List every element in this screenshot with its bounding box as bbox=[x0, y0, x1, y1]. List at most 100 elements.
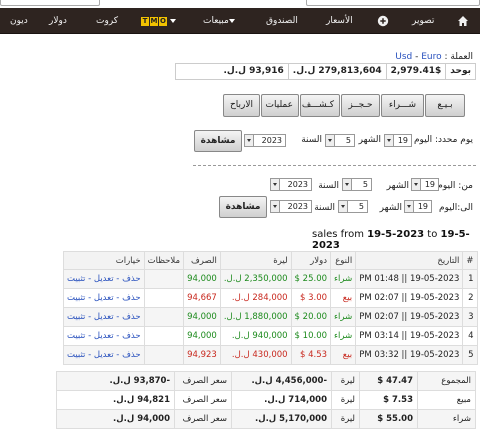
summary-row: المجموع 47.47 $ ليرة -4,456,000 ل.ل. سعر الص… bbox=[56, 371, 476, 391]
single-view-button[interactable]: مشاهدة bbox=[194, 130, 242, 152]
range-from-year-label: السنة bbox=[318, 181, 339, 191]
row-actions[interactable]: حذف - تعديل - تثبيت bbox=[63, 307, 145, 327]
row-lbp: 284,000 ل.ل. bbox=[219, 288, 292, 308]
row-type: شراء bbox=[330, 326, 357, 346]
nav-item-dollar[interactable]: دولار bbox=[49, 8, 67, 34]
range-to-day-select[interactable]: 19 bbox=[404, 200, 432, 213]
row-type: بيع bbox=[330, 345, 357, 365]
summary-table: المجموع 47.47 $ ليرة -4,456,000 ل.ل. سعر الص… bbox=[56, 371, 476, 429]
row-rate: 94,667 bbox=[183, 288, 221, 308]
col-usd: دولار bbox=[290, 251, 332, 270]
currency-euro-link[interactable]: Euro bbox=[421, 52, 441, 62]
currency-usd-link[interactable]: Usd bbox=[395, 52, 412, 62]
col-index: # bbox=[462, 251, 478, 270]
range-to-year-select[interactable]: 2023 bbox=[270, 200, 312, 213]
row-actions[interactable]: حذف - تعديل - تثبيت bbox=[63, 269, 145, 289]
col-actions: خيارات bbox=[63, 251, 145, 270]
single-year-select[interactable]: 2023 bbox=[244, 134, 286, 147]
row-actions[interactable]: حذف - تعديل - تثبيت bbox=[63, 288, 145, 308]
row-index: 2 bbox=[462, 288, 478, 308]
single-month-select[interactable]: 5 bbox=[325, 134, 355, 147]
summary-usd: 7.53 $ bbox=[359, 390, 418, 410]
sales-table: # التاريخ النوع دولار ليرة الصرف ملاحظات… bbox=[63, 251, 478, 365]
summary-lira-label: ليرة bbox=[331, 371, 360, 391]
row-date: 19-05-2023 || 03:32 PM bbox=[355, 345, 464, 365]
summary-label: مبيع bbox=[417, 390, 476, 410]
tab-profits[interactable]: الارباح bbox=[223, 94, 260, 117]
summary-rate: 94,821 ل.ل. bbox=[56, 390, 175, 410]
row-notes bbox=[143, 326, 185, 346]
nav-item-debts[interactable]: ديون bbox=[10, 8, 28, 34]
row-date: 19-05-2023 || 02:07 PM bbox=[355, 307, 464, 327]
range-to-year-label: السنة bbox=[314, 203, 335, 213]
currency-switch: العملة : Usd - Euro bbox=[395, 52, 473, 62]
top-input-left[interactable] bbox=[0, 0, 100, 6]
nav-item-prices[interactable]: الأسعار bbox=[326, 8, 353, 34]
summary-label: المجموع bbox=[417, 371, 476, 391]
row-type: شراء bbox=[330, 307, 357, 327]
single-day-label: يوم محدد: اليوم bbox=[413, 135, 473, 145]
range-to-label: الى:اليوم bbox=[439, 203, 473, 213]
summary-rate-label: سعر الصرف bbox=[174, 409, 232, 429]
row-notes bbox=[143, 307, 185, 327]
row-lbp: 1,880,000 ل.ل. bbox=[219, 307, 292, 327]
single-year-label: السنة bbox=[301, 135, 322, 145]
row-lbp: 430,000 ل.ل. bbox=[219, 345, 292, 365]
tab-operations[interactable]: عمليات bbox=[261, 94, 299, 117]
tab-buy[interactable]: شـــراء bbox=[381, 94, 424, 117]
top-strip bbox=[0, 0, 480, 8]
row-rate: 94,000 bbox=[183, 326, 221, 346]
range-from-year-select[interactable]: 2023 bbox=[270, 178, 312, 191]
col-notes: ملاحظات bbox=[143, 251, 185, 270]
summary-lira: 5,170,000 ل.ل. bbox=[231, 409, 332, 429]
home-icon[interactable] bbox=[457, 15, 469, 27]
omt-logo: TMO bbox=[141, 17, 167, 26]
row-type: بيع bbox=[330, 288, 357, 308]
tab-reserve[interactable]: حـجــز bbox=[341, 94, 380, 117]
range-from-month-select[interactable]: 5 bbox=[342, 178, 372, 191]
row-lbp: 940,000 ل.ل. bbox=[219, 326, 292, 346]
nav-item-sales[interactable]: مبيعات bbox=[203, 8, 238, 34]
summary-lira-label: ليرة bbox=[331, 409, 360, 429]
row-actions[interactable]: حذف - تعديل - تثبيت bbox=[63, 326, 145, 346]
top-input-right[interactable] bbox=[306, 0, 480, 6]
balance-label: بوحد bbox=[445, 64, 475, 79]
col-lbp: ليرة bbox=[219, 251, 292, 270]
tab-statement[interactable]: كـشـــف bbox=[300, 94, 340, 117]
range-to-month-select[interactable]: 5 bbox=[338, 200, 368, 213]
row-usd: 10.00 $ bbox=[290, 326, 332, 346]
summary-row: مبيع 7.53 $ ليرة 714,000 ل.ل. سعر الصرف 94,82… bbox=[56, 390, 476, 410]
summary-lira-label: ليرة bbox=[331, 390, 360, 410]
balance-usd: 2,979.41$ bbox=[385, 64, 446, 79]
summary-rate: 94,000 ل.ل. bbox=[56, 409, 175, 429]
range-from-label: من: اليوم bbox=[437, 181, 473, 191]
col-date: التاريخ bbox=[355, 251, 464, 270]
row-actions[interactable]: حذف - تعديل - تثبيت bbox=[63, 345, 145, 365]
currency-label: العملة : bbox=[444, 52, 474, 62]
summary-lira: -4,456,000 ل.ل. bbox=[231, 371, 332, 391]
row-usd: 20.00 $ bbox=[290, 307, 332, 327]
row-date: 19-05-2023 || 03:14 PM bbox=[355, 326, 464, 346]
row-type: شراء bbox=[330, 269, 357, 289]
nav-item-photo[interactable]: تصوير bbox=[412, 8, 434, 34]
row-rate: 94,000 bbox=[183, 269, 221, 289]
row-index: 4 bbox=[462, 326, 478, 346]
nav-item-cards[interactable]: كروت bbox=[96, 8, 118, 34]
range-view-button[interactable]: مشاهدة bbox=[219, 196, 267, 218]
balance-lbp: 279,813,604 ل.ل. bbox=[287, 64, 386, 79]
row-rate: 94,000 bbox=[183, 307, 221, 327]
row-notes bbox=[143, 288, 185, 308]
main-nav: تصوير الأسعار الصندوق مبيعات TMO كروت دو… bbox=[0, 8, 480, 34]
balance-bar: بوحد 2,979.41$ 279,813,604 ل.ل. 93,916 ل… bbox=[175, 63, 476, 80]
tab-sell[interactable]: بـيـع bbox=[425, 94, 465, 117]
divider bbox=[193, 165, 476, 166]
single-day-select[interactable]: 19 bbox=[384, 134, 412, 147]
plus-circle-icon[interactable] bbox=[377, 15, 389, 27]
nav-item-cashbox[interactable]: الصندوق bbox=[266, 8, 298, 34]
summary-rate-label: سعر الصرف bbox=[174, 390, 232, 410]
row-usd: 4.53 $ bbox=[290, 345, 332, 365]
action-tabs: بـيـع شـــراء حـجــز كـشـــف عمليات الار… bbox=[222, 94, 465, 117]
nav-item-omt[interactable]: TMO bbox=[140, 8, 179, 34]
range-from-day-select[interactable]: 19 bbox=[411, 178, 439, 191]
row-lbp: 2,350,000 ل.ل. bbox=[219, 269, 292, 289]
